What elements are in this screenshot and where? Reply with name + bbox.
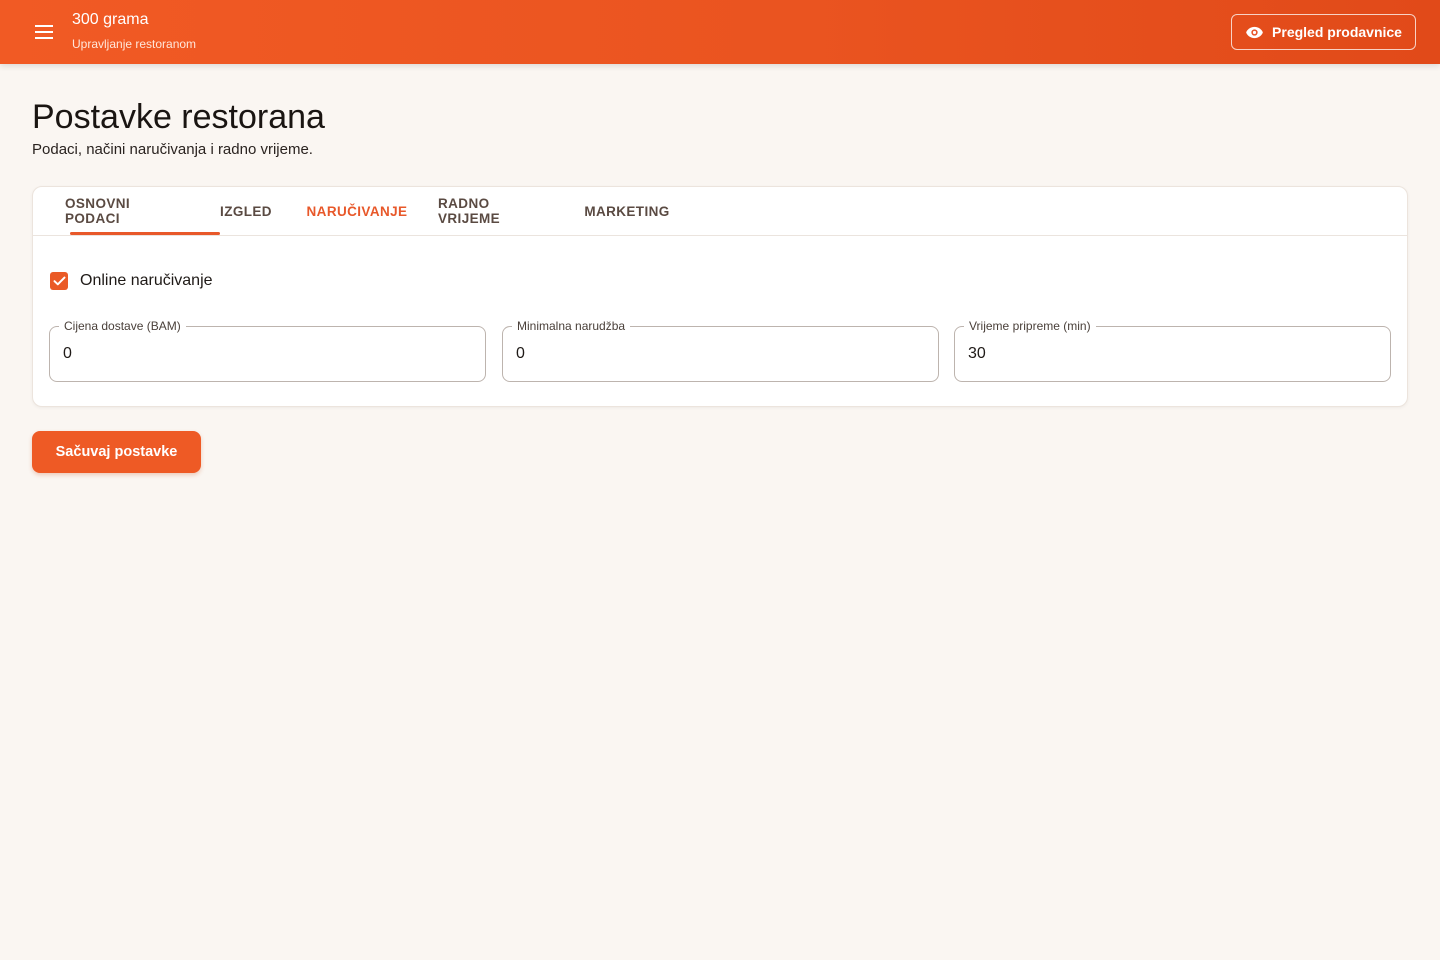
page-subtitle: Podaci, načini naručivanja i radno vrije… [32, 141, 313, 158]
prep-time-field: Vrijeme pripreme (min) [954, 319, 1391, 382]
online-ordering-toggle[interactable]: Online naručivanje [50, 269, 213, 293]
delivery-price-field: Cijena dostave (BAM) [49, 319, 486, 382]
tab-working-hours[interactable]: RADNO VRIJEME [438, 187, 554, 235]
tab-appearance[interactable]: IZGLED [217, 187, 275, 235]
tab-basic-info[interactable]: OSNOVNI PODACI [65, 187, 185, 235]
minimum-order-input[interactable] [503, 327, 938, 381]
store-preview-button[interactable]: Pregled prodavnice [1231, 14, 1416, 50]
settings-tabs: OSNOVNI PODACI IZGLED NARUČIVANJE RADNO … [33, 187, 1407, 236]
checkmark-icon [53, 276, 65, 286]
minimum-order-field: Minimalna narudžba [502, 319, 939, 382]
app-title: 300 grama [72, 11, 149, 28]
online-ordering-checkbox[interactable] [50, 272, 68, 290]
top-app-bar: 300 grama Upravljanje restoranom Pregled… [0, 0, 1440, 64]
brand: 300 grama Upravljanje restoranom [72, 10, 196, 52]
eye-icon [1246, 26, 1263, 38]
prep-time-input[interactable] [955, 327, 1390, 381]
settings-card: OSNOVNI PODACI IZGLED NARUČIVANJE RADNO … [32, 186, 1408, 407]
online-ordering-label: Online naručivanje [80, 272, 213, 289]
delivery-price-input[interactable] [50, 327, 485, 381]
store-preview-label: Pregled prodavnice [1272, 24, 1402, 40]
menu-icon [35, 25, 53, 39]
active-tab-indicator [70, 232, 220, 235]
tab-ordering[interactable]: NARUČIVANJE [305, 187, 409, 235]
menu-button[interactable] [26, 14, 62, 50]
save-settings-button[interactable]: Sačuvaj postavke [32, 431, 201, 473]
app-subtitle: Upravljanje restoranom [72, 37, 197, 51]
tab-marketing[interactable]: MARKETING [583, 187, 671, 235]
page-title: Postavke restorana [32, 98, 325, 136]
